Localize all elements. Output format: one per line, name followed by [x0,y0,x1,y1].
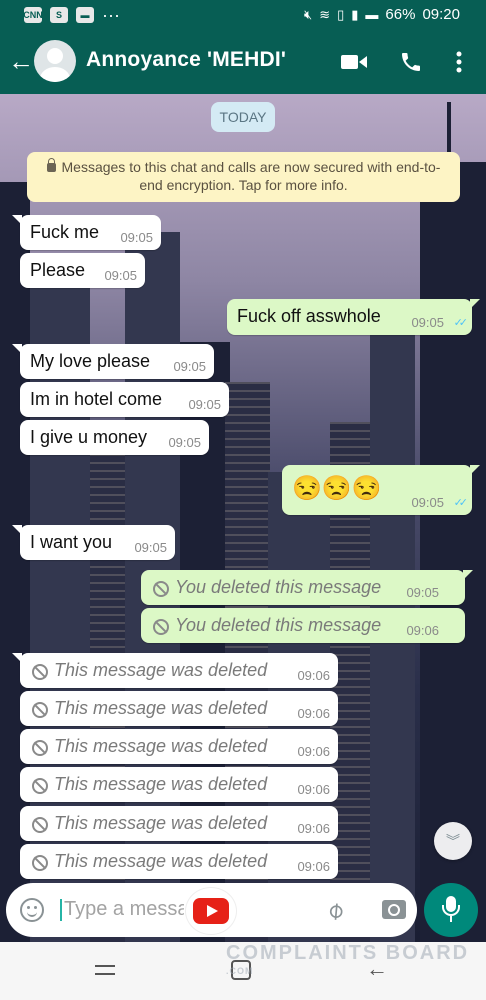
message-text: This message was deleted [54,736,268,756]
message-time: 09:06 [297,859,330,874]
voice-call-icon[interactable] [398,48,424,76]
read-ticks-icon: ✓✓ [453,497,469,509]
read-ticks-icon: ✓✓ [453,317,469,329]
attach-icon[interactable]: ⌀ [320,895,350,927]
voice-record-button[interactable] [424,883,478,937]
message-bubble[interactable]: I give u money 09:05 [20,420,209,455]
message-text: Im in hotel come [30,389,163,409]
scroll-down-button[interactable]: ︾ [434,822,472,860]
watermark-main: COMPLAINTS BOARD [226,942,470,964]
message-text: Fuck off asswhole [237,306,381,326]
signal-icon: ▮ [351,6,359,22]
message-bubble[interactable]: I want you 09:05 [12,525,175,560]
wifi-icon: ≋ [319,6,331,22]
message-text: You deleted this message [175,577,382,597]
battery-percent: 66% [385,6,416,23]
message-time: 09:05 [406,585,439,600]
message-text: This message was deleted [54,851,268,871]
deleted-message-bubble[interactable]: You deleted this message 09:06 [141,608,465,643]
status-bar: CNN S ▬ ··· 🔇︎ ≋ ▯ ▮ ▬ 66% 09:20 [0,0,486,30]
message-time: 09:05 [173,359,206,374]
message-text: This message was deleted [54,774,268,794]
recent-apps-icon[interactable] [95,962,115,978]
mute-icon: 🔇︎ [304,6,313,22]
message-time: 09:05 [168,435,201,450]
message-bubble[interactable]: Im in hotel come 09:05 [20,382,229,417]
deleted-message-bubble[interactable]: This message was deleted 09:06 [20,767,338,802]
message-text: 😒😒😒 [292,475,382,502]
message-time: 09:06 [297,668,330,683]
message-time: 09:05 [411,495,444,510]
message-text: I give u money [30,427,148,447]
message-text: Fuck me [30,222,100,242]
message-time: 09:06 [297,706,330,721]
message-text: I want you [30,532,113,552]
chat-header: ← Annoyance 'MEHDI' [0,30,486,94]
watermark: COMPLAINTS BOARD .COM [226,942,470,980]
message-time: 09:05 [188,397,221,412]
message-time: 09:06 [297,782,330,797]
deleted-message-bubble[interactable]: This message was deleted 09:06 [20,691,338,726]
text-cursor [60,899,62,921]
deleted-message-bubble[interactable]: This message was deleted 09:06 [20,806,338,841]
lock-icon [46,158,56,172]
encryption-notice[interactable]: Messages to this chat and calls are now … [27,152,460,202]
message-text: My love please [30,351,151,371]
message-text: Please [30,260,86,280]
message-text: This message was deleted [54,660,268,680]
battery-icon: ▬ [365,7,379,22]
message-text: This message was deleted [54,813,268,833]
overflow-menu-icon[interactable] [452,48,466,76]
message-time: 09:06 [297,744,330,759]
clock: 09:20 [422,6,460,23]
message-bubble[interactable]: Fuck off asswhole 09:05 ✓✓ [227,299,480,335]
message-bubble[interactable]: My love please 09:05 [12,344,214,379]
message-bubble[interactable]: Please 09:05 [20,253,145,288]
back-arrow-icon[interactable]: ← [8,46,34,76]
encryption-notice-text: Messages to this chat and calls are now … [61,159,441,193]
emoji-icon[interactable] [20,898,44,922]
date-chip: TODAY [211,102,275,132]
avatar[interactable] [34,40,76,82]
youtube-overlay-icon[interactable] [186,888,236,934]
deleted-message-bubble[interactable]: This message was deleted 09:06 [12,653,338,688]
message-bubble[interactable]: Fuck me 09:05 [12,215,161,250]
message-time: 09:05 [104,268,137,283]
message-text: This message was deleted [54,698,268,718]
message-input[interactable]: Type a message [64,898,184,921]
message-time: 09:06 [297,821,330,836]
video-call-icon[interactable] [340,48,368,76]
message-text: You deleted this message [175,615,382,635]
message-bubble[interactable]: 😒😒😒 09:05 ✓✓ [282,465,480,515]
shazam-icon: S [50,7,68,23]
chat-icon: ▬ [76,7,94,23]
watermark-sub: .COM [226,966,254,976]
contact-name[interactable]: Annoyance 'MEHDI' [86,48,286,72]
deleted-message-bubble[interactable]: This message was deleted 09:06 [20,729,338,764]
message-time: 09:05 [411,315,444,330]
message-time: 09:06 [406,623,439,638]
camera-icon[interactable] [382,900,406,919]
message-composer: Type a message ⌀ [6,883,417,937]
message-time: 09:05 [134,540,167,555]
cnn-icon: CNN [23,7,43,23]
message-time: 09:05 [120,230,153,245]
deleted-message-bubble[interactable]: This message was deleted 09:06 [20,844,338,879]
more-dots-icon: ··· [102,5,120,25]
double-chevron-down-icon: ︾ [446,833,460,849]
deleted-message-bubble[interactable]: You deleted this message 09:05 [141,570,473,605]
sim-icon: ▯ [337,6,345,22]
